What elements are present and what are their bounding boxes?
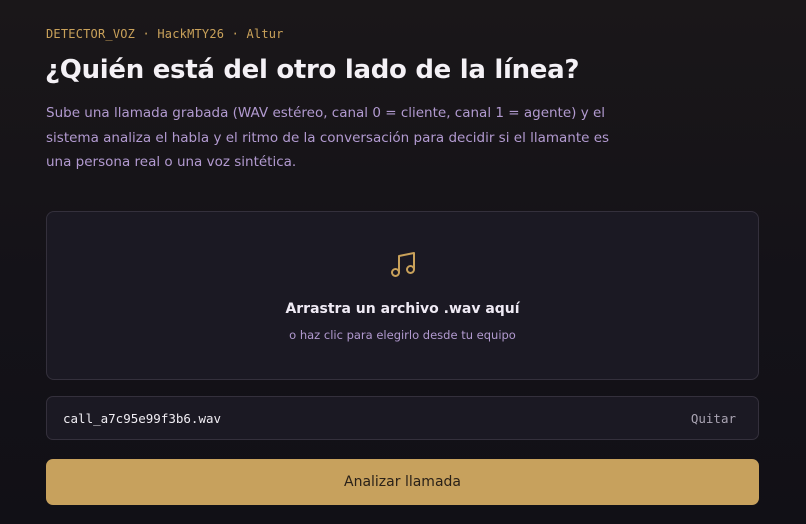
dropzone-title: Arrastra un archivo .wav aquí — [285, 301, 520, 317]
dropzone-subtitle: o haz clic para elegirlo desde tu equipo — [289, 328, 516, 342]
file-dropzone[interactable]: Arrastra un archivo .wav aquí o haz clic… — [46, 211, 759, 380]
music-note-icon — [391, 252, 415, 277]
page-title: ¿Quién está del otro lado de la línea? — [45, 55, 580, 85]
page-description: Sube una llamada grabada (WAV estéreo, c… — [46, 105, 610, 170]
remove-file-button[interactable]: Quitar — [691, 411, 736, 426]
selected-file-bar: call_a7c95e99f3b6.wav Quitar — [46, 396, 759, 440]
app-eyebrow: DETECTOR_VOZ · HackMTY26 · Altur — [46, 27, 284, 41]
selected-file-name: call_a7c95e99f3b6.wav — [63, 411, 222, 426]
analyze-call-button[interactable]: Analizar llamada — [46, 459, 759, 505]
